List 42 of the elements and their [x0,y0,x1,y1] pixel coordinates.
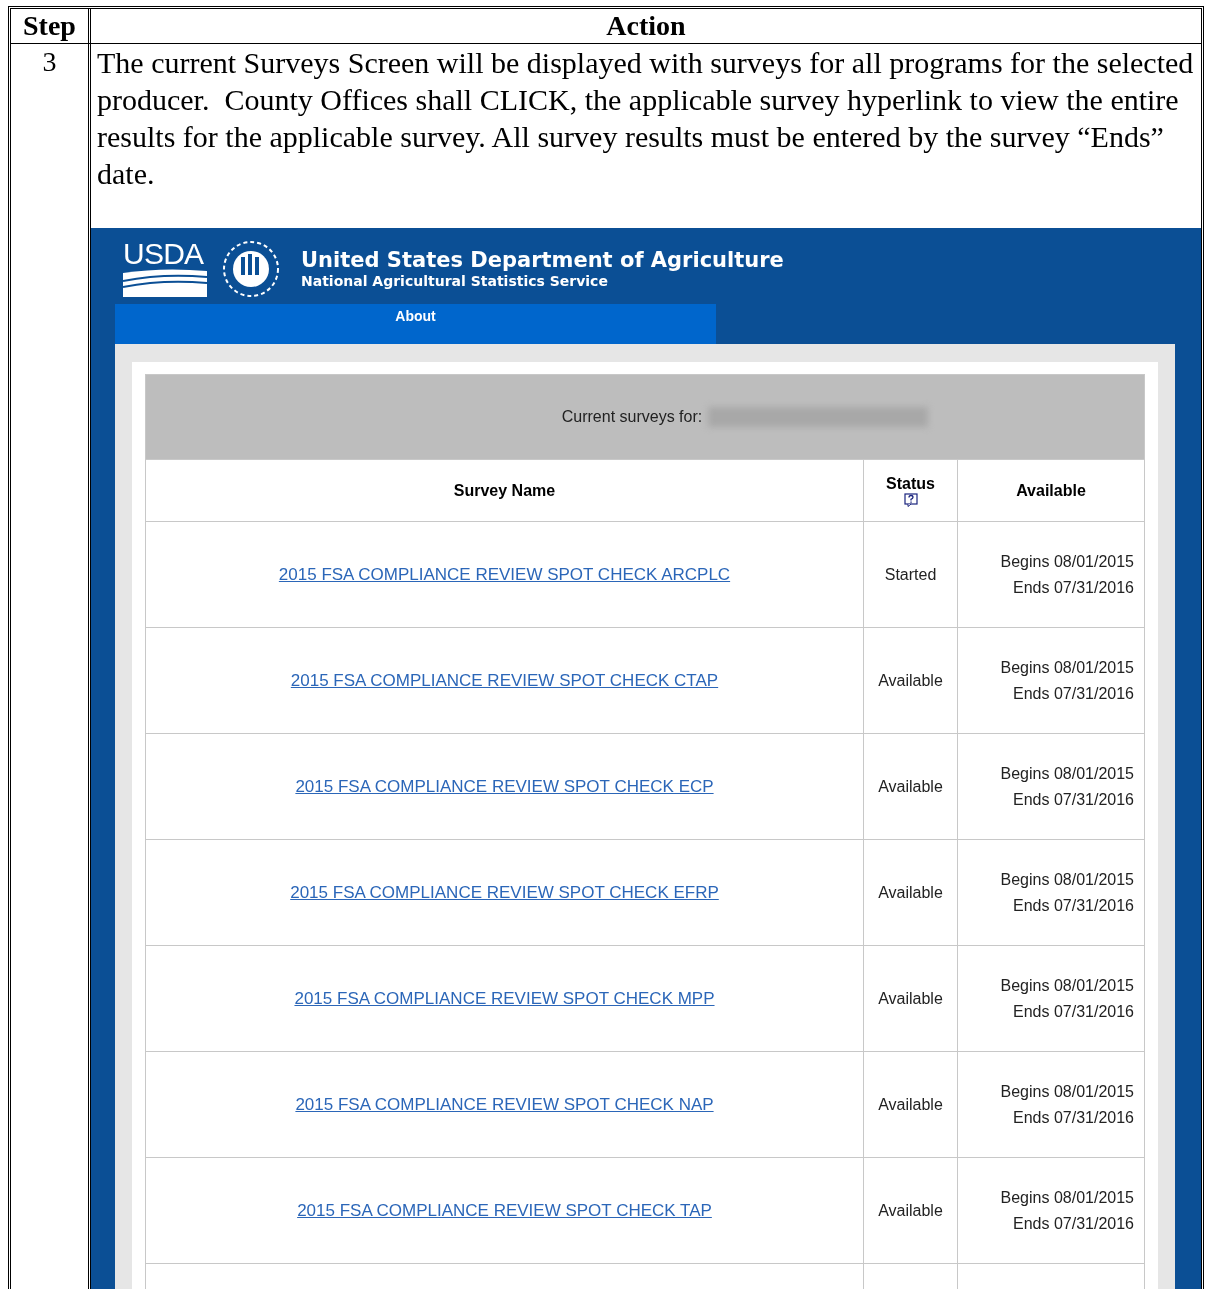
seal-icon [221,239,281,299]
site-title: United States Department of Agriculture [301,248,784,272]
survey-link[interactable]: 2015 FSA COMPLIANCE REVIEW SPOT CHECK MPP [294,985,715,1012]
site-subtitle: National Agricultural Statistics Service [301,272,609,290]
instruction-paragraph: The current Surveys Screen will be displayed with surveys for all programs for the selected producer. County Offices shall CLICK, the applicable survey hyperlink to view the entire results for the applicable survey. All survey results must be entered by the survey “Ends” date. [96,45,1195,192]
begin-date: Begins 08/01/2015 [1000,657,1134,678]
help-icon[interactable] [903,492,918,507]
usda-logo: USDA [123,239,207,299]
end-date: Ends 07/31/2016 [1013,789,1134,810]
survey-link[interactable]: 2015 FSA COMPLIANCE REVIEW SPOT CHECK ARCPLC [278,561,731,588]
status-text: Available [878,1200,943,1221]
begin-date: Begins 08/01/2015 [1000,763,1134,784]
survey-link[interactable]: 2015 FSA COMPLIANCE REVIEW SPOT CHECK ECP [295,773,714,800]
end-date: Ends 07/31/2016 [1013,1001,1134,1022]
nav-link[interactable]: About [395,304,436,327]
begin-date: Begins 08/01/2015 [1000,869,1134,890]
status-text: Available [878,776,943,797]
column-header: Action [605,9,687,43]
end-date: Ends 07/31/2016 [1013,895,1134,916]
survey-link[interactable]: 2015 FSA COMPLIANCE REVIEW SPOT CHECK CTAP [290,667,719,694]
column-header: Status [886,474,935,493]
status-text: Available [878,1094,943,1115]
begin-date: Begins 08/01/2015 [1000,975,1134,996]
status-text: Started [884,564,937,585]
column-header: Step [11,9,91,43]
begin-date: Begins 08/01/2015 [1000,1081,1134,1102]
column-header: Available [958,459,1144,521]
end-date: Ends 07/31/2016 [1013,1213,1134,1234]
end-date: Ends 07/31/2016 [1013,1107,1134,1128]
column-header: Survey Name [146,459,864,521]
end-date: Ends 07/31/2016 [1013,577,1134,598]
survey-link[interactable]: 2015 FSA COMPLIANCE REVIEW SPOT CHECK TAP [297,1197,712,1224]
survey-link[interactable]: 2015 FSA COMPLIANCE REVIEW SPOT CHECK EFRP [290,879,719,906]
survey-link[interactable]: 2015 FSA COMPLIANCE REVIEW SPOT CHECK NAP [295,1091,714,1118]
begin-date: Begins 08/01/2015 [1000,1187,1134,1208]
end-date: Ends 07/31/2016 [1013,683,1134,704]
status-text: Available [878,670,943,691]
status-text: Available [878,882,943,903]
banner-label: Current surveys for: [561,407,703,427]
step-number: 3 [41,45,58,79]
begin-date: Begins 08/01/2015 [1000,551,1134,572]
status-text: Available [878,988,943,1009]
